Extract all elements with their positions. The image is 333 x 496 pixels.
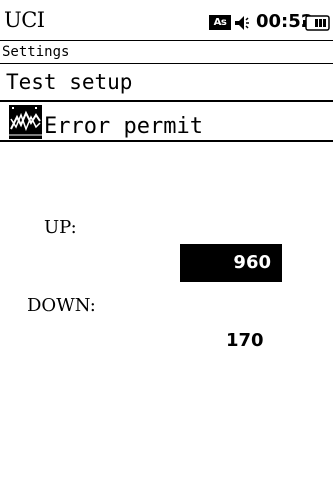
up-value: 960: [233, 252, 271, 273]
error-chart-icon: [9, 105, 42, 139]
app-title: UCI: [4, 8, 45, 32]
up-label: UP:: [44, 217, 77, 238]
battery-icon: [303, 15, 330, 31]
mode-badge: As: [209, 15, 231, 30]
down-label: DOWN:: [27, 295, 96, 316]
menu-item-label: Error permit: [44, 114, 203, 139]
breadcrumb: Settings: [0, 40, 333, 64]
up-value-field[interactable]: 960: [180, 244, 282, 282]
status-bar: UCI As 00:52: [0, 0, 333, 40]
page-header: Test setup: [0, 64, 333, 102]
down-value-field[interactable]: 170: [226, 331, 264, 351]
device-screen: UCI As 00:52 Settings Test setup Error p…: [0, 0, 333, 496]
breadcrumb-label: Settings: [2, 44, 70, 60]
page-title: Test setup: [6, 70, 133, 94]
speaker-icon: [235, 16, 249, 30]
content-area: [0, 142, 333, 496]
